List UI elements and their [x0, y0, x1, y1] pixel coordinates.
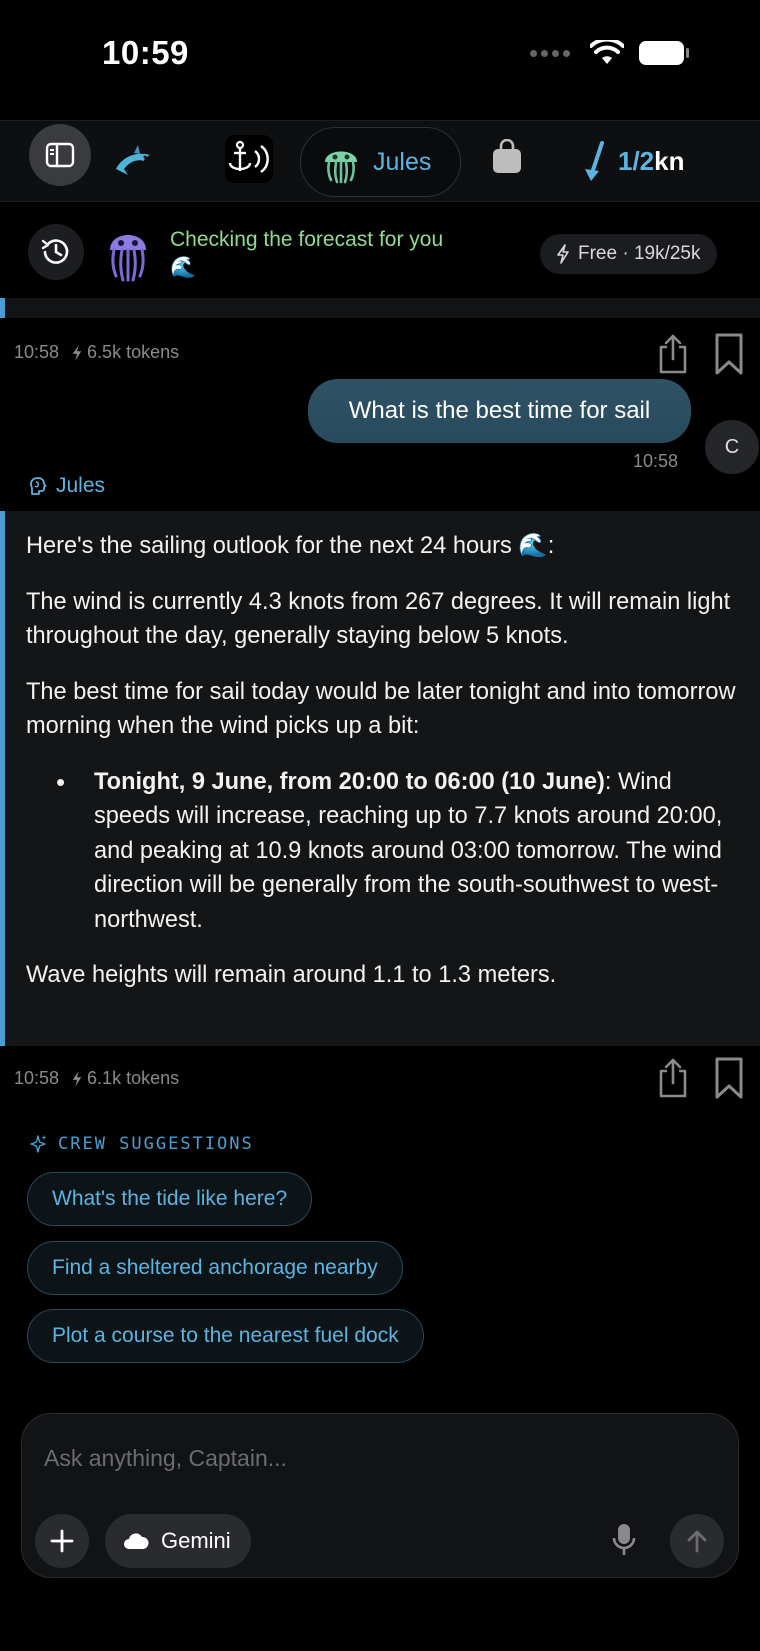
- status-time: 10:59: [102, 34, 189, 71]
- anchor-signal-icon: [225, 135, 273, 183]
- plan-usage-label: Free · 19k/25k: [578, 243, 701, 264]
- meta-tokens: 6.1k tokens: [71, 1068, 179, 1089]
- cloud-icon: [124, 1533, 149, 1549]
- share-icon[interactable]: [656, 333, 690, 375]
- message-actions: [656, 332, 744, 376]
- history-icon: [41, 239, 69, 264]
- suggestions-header: CREW SUGGESTIONS: [30, 1134, 254, 1154]
- suggestion-chip[interactable]: What's the tide like here?: [27, 1172, 313, 1226]
- assistant-para-2: The best time for sail today would be la…: [26, 678, 736, 740]
- meta-tokens: 6.5k tokens: [71, 342, 179, 363]
- anchor-agent-button[interactable]: [225, 135, 273, 188]
- assistant-label: Jules: [28, 474, 105, 498]
- assistant-list: Tonight, 9 June, from 20:00 to 06:00 (10…: [26, 765, 740, 938]
- status-bar: 10:59: [0, 0, 760, 118]
- dolphin-icon: [116, 145, 150, 175]
- wind-speed: 1/2kn: [618, 146, 685, 177]
- user-message-bubble: What is the best time for sail: [308, 379, 691, 443]
- bag-icon: [493, 138, 521, 173]
- assistant-message: Here's the sailing outlook for the next …: [0, 511, 760, 1046]
- composer: Gemini: [21, 1413, 739, 1578]
- agent-status-emoji: 🌊: [170, 256, 197, 279]
- top-toolbar: Jules 1/2kn: [0, 120, 760, 202]
- bolt-icon: [72, 344, 82, 361]
- bolt-icon: [72, 1070, 82, 1087]
- suggestion-chip-label: Plot a course to the nearest fuel dock: [52, 1324, 399, 1347]
- sidebar-icon: [45, 142, 75, 168]
- message-meta: 10:58 6.5k tokens: [14, 342, 179, 363]
- wifi-icon: [590, 40, 624, 64]
- history-button[interactable]: [28, 224, 84, 280]
- model-selector-button[interactable]: Gemini: [105, 1514, 251, 1568]
- wind-arrow-icon: [585, 141, 604, 181]
- agent-status-message: Checking the forecast for you: [170, 228, 444, 251]
- bag-button[interactable]: [490, 138, 524, 180]
- agent-status-bar: Checking the forecast for you 🌊 Free · 1…: [0, 202, 760, 298]
- wind-speed-unit: kn: [654, 145, 685, 176]
- suggestions-title: CREW SUGGESTIONS: [58, 1134, 254, 1154]
- arrow-up-icon: [687, 1530, 707, 1553]
- tab-jules[interactable]: Jules: [300, 127, 461, 197]
- meta-time: 10:58: [14, 1068, 60, 1088]
- user-avatar[interactable]: C: [705, 420, 759, 474]
- list-item-bold: Tonight, 9 June, from 20:00 to 06:00 (10…: [94, 768, 605, 795]
- message-actions: [656, 1056, 744, 1100]
- meta-tokens-label: 6.5k tokens: [87, 342, 180, 362]
- tab-jules-label: Jules: [373, 147, 432, 176]
- voice-input-button[interactable]: [612, 1522, 636, 1563]
- bookmark-icon[interactable]: [714, 332, 744, 376]
- send-button[interactable]: [670, 1514, 724, 1568]
- user-message-text: What is the best time for sail: [348, 397, 651, 424]
- plus-icon: [50, 1529, 74, 1553]
- jellyfish-icon: [325, 151, 357, 184]
- dolphin-agent-button[interactable]: [112, 139, 156, 188]
- battery-icon: [639, 41, 689, 65]
- brain-icon: [30, 477, 47, 495]
- message-input[interactable]: [44, 1436, 684, 1480]
- model-selector-label: Gemini: [161, 1528, 231, 1553]
- meta-time: 10:58: [14, 342, 60, 362]
- assistant-para-1: The wind is currently 4.3 knots from 267…: [26, 588, 731, 650]
- add-attachment-button[interactable]: [35, 1514, 89, 1568]
- bookmark-icon[interactable]: [714, 1056, 744, 1100]
- meta-tokens-label: 6.1k tokens: [87, 1068, 180, 1088]
- suggestion-chip-label: Find a sheltered anchorage nearby: [52, 1256, 378, 1279]
- sparkle-icon: [30, 1135, 47, 1153]
- user-message-time: 10:58: [633, 451, 679, 471]
- agent-status-text: Checking the forecast for you 🌊: [170, 226, 510, 282]
- status-icons: [530, 40, 690, 66]
- home-indicator: [250, 1630, 510, 1638]
- message-meta: 10:58 6.1k tokens: [14, 1068, 179, 1089]
- sidebar-toggle-button[interactable]: [29, 124, 91, 186]
- plan-usage-badge[interactable]: Free · 19k/25k: [540, 234, 717, 274]
- share-icon[interactable]: [656, 1057, 690, 1099]
- list-item: Tonight, 9 June, from 20:00 to 06:00 (10…: [26, 765, 740, 938]
- suggestion-chip[interactable]: Find a sheltered anchorage nearby: [27, 1241, 403, 1295]
- suggestion-chip-label: What's the tide like here?: [52, 1187, 288, 1210]
- jellyfish-icon: [110, 235, 146, 282]
- divider-bar: [0, 298, 760, 318]
- bolt-icon: [557, 244, 569, 264]
- mic-icon: [612, 1524, 636, 1555]
- agent-avatar: [106, 224, 150, 287]
- wind-speed-value: 1/2: [618, 145, 655, 176]
- cellular-signal-icon: [530, 49, 570, 57]
- assistant-para-3: Wave heights will remain around 1.1 to 1…: [26, 962, 557, 988]
- wind-readout[interactable]: 1/2kn: [582, 139, 685, 183]
- suggestion-chip[interactable]: Plot a course to the nearest fuel dock: [27, 1309, 424, 1363]
- assistant-intro: Here's the sailing outlook for the next …: [26, 533, 555, 559]
- assistant-name: Jules: [56, 474, 106, 497]
